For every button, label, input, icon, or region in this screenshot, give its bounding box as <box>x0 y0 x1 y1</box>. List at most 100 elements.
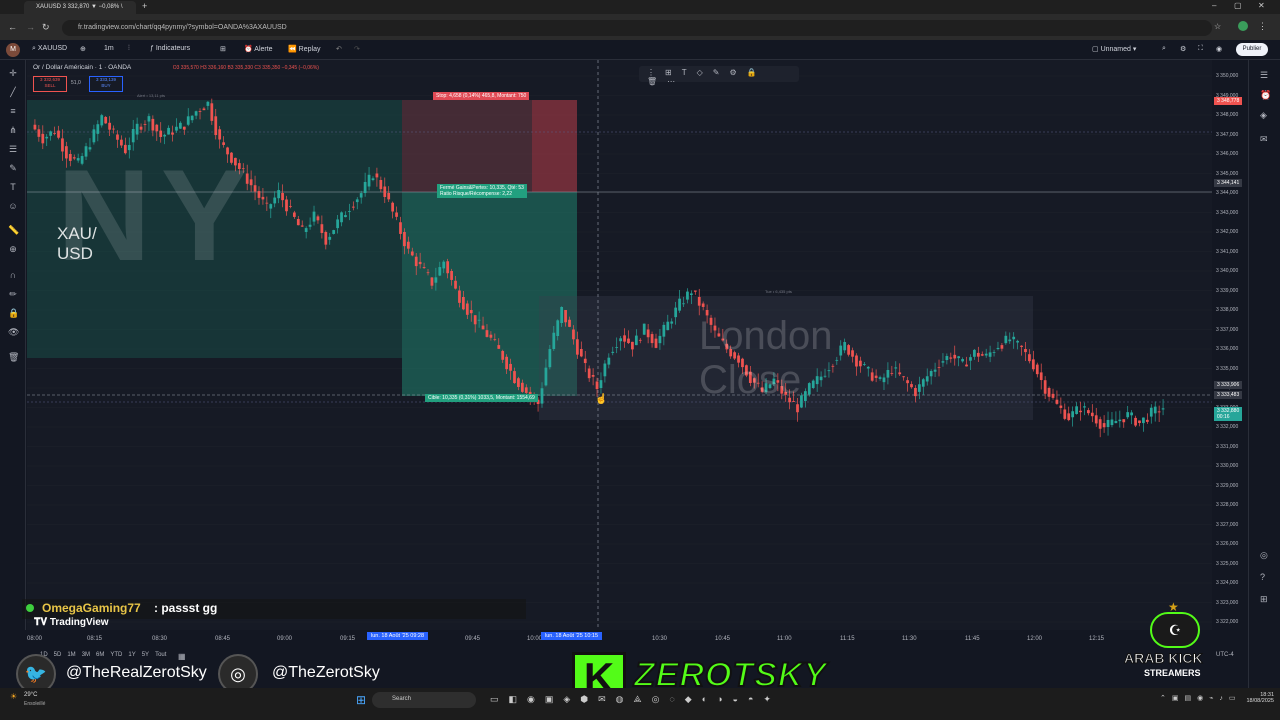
trendline-icon[interactable]: ╱ <box>8 87 18 97</box>
range-button[interactable]: 5Y <box>142 652 149 658</box>
stop-label[interactable]: Stop: 4,658 (0,14%) 465,8, Montant: 750 <box>433 92 530 100</box>
sell-button[interactable]: 3 332,639 SELL <box>33 76 67 92</box>
candle-body <box>1098 419 1102 429</box>
start-icon[interactable]: ⊞ <box>356 693 366 707</box>
browser-tab[interactable]: XAUUSD 3 332,870 ▼ −0,08% \ <box>24 1 136 14</box>
symbol-search-button[interactable]: ⌕ XAUUSD <box>32 45 67 53</box>
taskbar-apps[interactable]: ▭◧◉▣◈⬢✉◍⟁◎◌◆◐◑◒◓✦ <box>490 694 781 705</box>
chart-canvas[interactable]: NY XAU/ USD London Close Stop: 4,658 (0,… <box>27 60 1212 630</box>
price-axis[interactable]: 3 350,000 3 349,000 3 348,000 3 347,000 3 34… <box>1212 60 1248 630</box>
redo-icon[interactable]: ↷ <box>354 45 360 53</box>
price-label: 3 335,000 <box>1216 365 1239 372</box>
current-price-countdown: 00:16 <box>1217 414 1230 420</box>
calendar-icon[interactable]: ▦ <box>178 652 186 661</box>
candle-body <box>650 334 654 344</box>
menu-icon[interactable]: ⋮ <box>1258 21 1267 32</box>
floating-drawing-toolbar[interactable]: ⋮⊞T◇✎⚙🔒 🗑⋯ <box>639 66 799 86</box>
candle-body <box>1008 339 1012 342</box>
settings-icon[interactable]: ⚙ <box>1180 45 1186 53</box>
candle-body <box>517 378 520 387</box>
taskbar-search[interactable]: Search <box>372 692 476 708</box>
range-button[interactable]: 3M <box>82 652 90 658</box>
candle-body <box>862 364 866 365</box>
chart-type-icon[interactable]: ⫶ <box>128 45 130 53</box>
alerts-clock-icon[interactable]: ⏰ <box>1260 90 1271 101</box>
trash-icon[interactable]: 🗑 <box>8 352 19 362</box>
star-icon[interactable]: ☆ <box>1214 22 1221 31</box>
emoji-icon[interactable]: ☺ <box>8 201 18 211</box>
text-icon[interactable]: T <box>8 182 18 192</box>
eye-icon[interactable]: 👁 <box>8 327 19 337</box>
crosshair-icon[interactable]: ✛ <box>8 68 18 78</box>
compare-icon[interactable]: ⊕ <box>80 45 86 53</box>
back-icon[interactable]: ← <box>8 22 17 32</box>
candle-body <box>1094 415 1098 424</box>
candle-body <box>984 353 988 356</box>
horizontal-lines-icon[interactable]: ≡ <box>8 106 18 116</box>
zoom-icon[interactable]: ⊕ <box>8 244 18 254</box>
replay-button[interactable]: ⏪ Replay <box>288 45 320 53</box>
close-window-icon[interactable]: ✕ <box>1258 1 1265 10</box>
magnet-icon[interactable]: ∩ <box>8 270 18 280</box>
candle-body <box>367 174 371 187</box>
layout-name-button[interactable]: ▢ Unnamed ▾ <box>1092 45 1136 53</box>
user-avatar[interactable]: M <box>6 43 20 57</box>
candle-body <box>576 339 579 355</box>
search-toolbar-icon[interactable]: ⌕ <box>1162 45 1166 53</box>
publish-button[interactable]: Publier <box>1236 43 1268 56</box>
candle-body <box>866 366 870 369</box>
candle-body <box>1118 419 1122 422</box>
candle-body <box>674 307 678 318</box>
candle-body <box>257 191 261 198</box>
help-icon[interactable]: ? <box>1260 572 1265 582</box>
forward-icon[interactable]: → <box>26 22 35 32</box>
target-label[interactable]: Cible: 10,335 (0,31%) 1033,5, Montant: 1… <box>425 394 538 402</box>
range-button[interactable]: 5D <box>54 652 62 658</box>
candle-body <box>300 225 304 227</box>
pencil-lock-icon[interactable]: ✏ <box>8 289 18 299</box>
range-button[interactable]: YTD <box>110 652 122 658</box>
time-label: 08:15 <box>87 636 103 642</box>
layers-icon[interactable]: ◈ <box>1260 110 1267 121</box>
url-field[interactable]: fr.tradingview.com/chart/qq4pynmy/?symbo… <box>62 20 1212 36</box>
candle-body <box>139 126 143 130</box>
undo-icon[interactable]: ↶ <box>336 45 342 53</box>
template-icon: ⊞ <box>665 68 682 77</box>
reload-icon[interactable]: ↻ <box>42 22 50 33</box>
range-button[interactable]: Tout <box>155 652 166 658</box>
watchlist-icon[interactable]: ☰ <box>1260 70 1268 81</box>
profile-avatar[interactable] <box>1238 21 1248 31</box>
brush-icon[interactable]: ✎ <box>8 163 18 173</box>
price-label: 3 331,000 <box>1216 443 1239 450</box>
camera-icon[interactable]: ◉ <box>1216 45 1222 53</box>
fullscreen-icon[interactable]: ⛶ <box>1198 45 1203 53</box>
fib-icon[interactable]: ☰ <box>8 144 18 154</box>
minimize-icon[interactable]: – <box>1212 1 1216 10</box>
pnl-label[interactable]: Fermé Gains&Pertes: 10,335, Qté: 53 Rati… <box>437 184 527 198</box>
clock[interactable]: 18:31 18/08/2025 <box>1240 692 1274 704</box>
mid-price-tag: 3 333,906 <box>1214 381 1243 389</box>
candle-body <box>847 345 850 355</box>
buy-button[interactable]: 3 333,139 BUY <box>89 76 123 92</box>
interval-button[interactable]: 1m <box>104 45 114 52</box>
alert-label: Alerte <box>254 46 273 53</box>
range-button[interactable]: 1Y <box>128 652 135 658</box>
candle-body <box>336 219 339 229</box>
indicators-button[interactable]: ƒ Indicateurs <box>150 45 190 52</box>
badge-line-1: ARAB KICK <box>1124 650 1204 667</box>
lock-icon[interactable]: 🔒 <box>8 308 19 318</box>
system-tray[interactable]: ⌃▣▤◉⌁♪▭ <box>1160 694 1242 702</box>
maximize-icon[interactable]: ▢ <box>1234 1 1242 10</box>
range-button[interactable]: 6M <box>96 652 104 658</box>
time-axis[interactable]: 08:00 08:15 08:30 08:45 09:00 09:15 09:45 10:00… <box>27 632 1212 646</box>
pitchfork-icon[interactable]: ⋔ <box>8 125 18 135</box>
alert-button[interactable]: ⏰ Alerte <box>244 45 273 53</box>
layout-grid-icon[interactable]: ⊞ <box>220 45 226 53</box>
new-tab-icon[interactable]: + <box>142 1 147 11</box>
weather-temp[interactable]: 29°C <box>24 692 37 698</box>
ruler-icon[interactable]: 📏 <box>8 225 19 235</box>
chat-icon[interactable]: ✉ <box>1260 134 1268 145</box>
target-icon[interactable]: ◎ <box>1260 550 1268 561</box>
range-button[interactable]: 1M <box>67 652 75 658</box>
apps-grid-icon[interactable]: ⊞ <box>1260 594 1268 605</box>
